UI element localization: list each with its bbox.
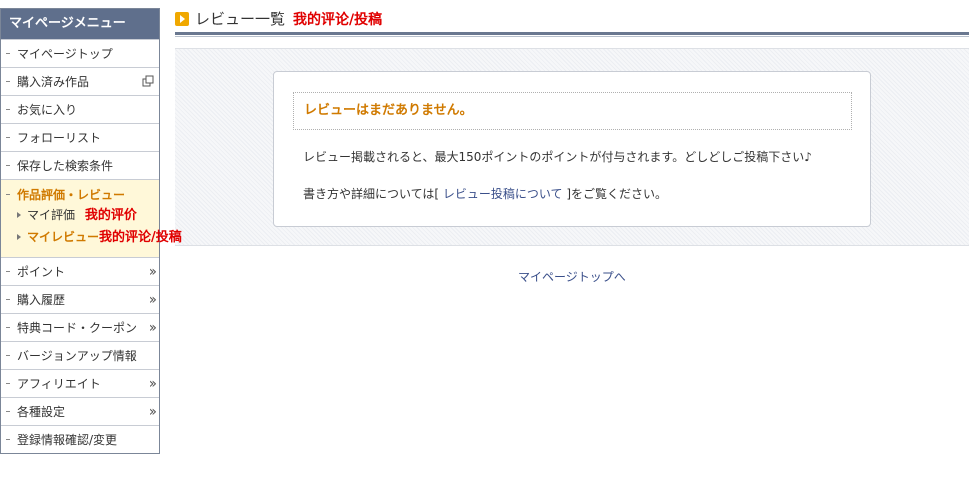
sidebar-item-label: フォローリスト xyxy=(17,131,102,145)
sidebar-section-label: 作品評価・レビュー xyxy=(17,188,126,202)
header-divider xyxy=(175,32,969,35)
sidebar-item-label: 各種設定 xyxy=(17,405,66,419)
guide-prefix: 書き方や詳細については[ xyxy=(303,187,443,201)
double-chevron-right-icon: ›› xyxy=(148,264,157,280)
review-guide-link[interactable]: レビュー投稿について xyxy=(443,187,563,201)
subitem-note: 我的评价 xyxy=(84,208,137,223)
subitem-label: マイレビュー xyxy=(27,230,100,244)
sidebar-item-follow-list[interactable]: フォローリスト xyxy=(1,123,159,151)
sidebar-subitem-my-review[interactable]: マイレビュー我的评论/投稿 xyxy=(17,226,182,248)
sidebar-item-mypage-top[interactable]: マイページトップ xyxy=(1,39,159,67)
play-icon xyxy=(175,12,189,26)
header-divider-thin xyxy=(175,36,969,37)
sidebar-item-account-info[interactable]: 登録情報確認/変更 xyxy=(1,425,159,453)
sidebar-item-points[interactable]: ポイント ›› xyxy=(1,257,159,285)
double-chevron-right-icon: ›› xyxy=(148,404,157,420)
sidebar-item-favorites[interactable]: お気に入り xyxy=(1,95,159,123)
sidebar-subitem-my-rating[interactable]: マイ評価 我的评价 xyxy=(17,204,159,226)
page-title-note: 我的评论/投稿 xyxy=(293,12,383,28)
new-window-icon xyxy=(142,75,154,87)
subitem-note: 我的评论/投稿 xyxy=(99,230,182,245)
page-header: レビュー一覧 我的评论/投稿 xyxy=(175,8,969,34)
sidebar-item-label: アフィリエイト xyxy=(17,377,101,391)
sidebar-item-settings[interactable]: 各種設定 ›› xyxy=(1,397,159,425)
sidebar-item-label: 購入履歴 xyxy=(17,293,66,307)
guide-suffix: ]をご覧ください。 xyxy=(562,187,668,201)
sidebar-item-purchase-history[interactable]: 購入履歴 ›› xyxy=(1,285,159,313)
sidebar-item-label: 保存した検索条件 xyxy=(17,159,114,173)
sidebar-item-label: 登録情報確認/変更 xyxy=(17,433,118,447)
sidebar-item-coupon[interactable]: 特典コード・クーポン ›› xyxy=(1,313,159,341)
sidebar-item-purchased[interactable]: 購入済み作品 xyxy=(1,67,159,95)
sidebar-item-version-up[interactable]: バージョンアップ情報 xyxy=(1,341,159,369)
guide-info-text: 書き方や詳細については[ レビュー投稿について ]をご覧ください。 xyxy=(303,185,667,202)
subitem-label: マイ評価 xyxy=(27,208,76,222)
points-info-text: レビュー掲載されると、最大150ポイントのポイントが付与されます。どしどしご投稿… xyxy=(303,150,812,164)
sidebar-item-saved-search[interactable]: 保存した検索条件 xyxy=(1,151,159,179)
sidebar-item-label: お気に入り xyxy=(17,103,78,117)
triangle-right-icon xyxy=(17,212,21,218)
sidebar: マイページメニュー マイページトップ 購入済み作品 お気に入り フォローリスト … xyxy=(0,8,182,454)
double-chevron-right-icon: ›› xyxy=(148,292,157,308)
sidebar-item-label: 購入済み作品 xyxy=(17,75,90,89)
triangle-right-icon xyxy=(17,234,21,240)
empty-message: レビューはまだありません。 xyxy=(293,92,852,130)
double-chevron-right-icon: ›› xyxy=(148,320,157,336)
double-chevron-right-icon: ›› xyxy=(148,376,157,392)
page-title-text: レビュー一覧 xyxy=(195,10,286,28)
sidebar-section-reviews[interactable]: 作品評価・レビュー マイ評価 我的评价 マイレビュー我的评论/投稿 xyxy=(1,179,182,257)
sidebar-item-label: バージョンアップ情報 xyxy=(17,349,137,363)
sidebar-item-label: 特典コード・クーポン xyxy=(17,321,138,335)
page-title: レビュー一覧 我的评论/投稿 xyxy=(195,8,382,31)
sidebar-title: マイページメニュー xyxy=(1,9,159,39)
sidebar-item-label: マイページトップ xyxy=(17,47,113,61)
review-list-panel: レビューはまだありません。 レビュー掲載されると、最大150ポイントのポイントが… xyxy=(273,71,871,227)
sidebar-item-label: ポイント xyxy=(17,265,66,279)
sidebar-item-affiliate[interactable]: アフィリエイト ›› xyxy=(1,369,159,397)
mypage-top-link[interactable]: マイページトップへ xyxy=(518,268,626,285)
